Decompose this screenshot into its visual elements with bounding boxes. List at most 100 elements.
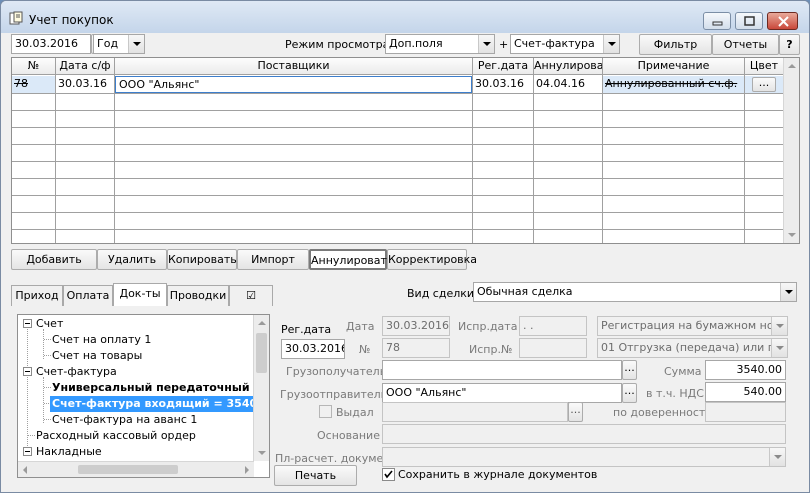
grid-divider xyxy=(12,195,784,196)
grid-divider xyxy=(55,75,56,243)
scroll-right-icon[interactable] xyxy=(245,466,249,474)
scroll-down-icon[interactable] xyxy=(788,233,796,237)
delete-button[interactable]: Удалить xyxy=(97,249,167,270)
main-window: Учет покупок 30.03.2016 ... Год Режим пр… xyxy=(0,0,810,493)
collapse-icon[interactable] xyxy=(23,367,32,376)
print-button[interactable]: Печать xyxy=(274,465,357,486)
reg-date-input[interactable]: 30.03.2016 xyxy=(281,339,345,359)
scroll-down-icon[interactable] xyxy=(258,451,266,455)
deal-type-select[interactable]: Обычная сделка xyxy=(473,282,797,302)
help-button[interactable]: ? xyxy=(779,34,800,55)
collapse-icon[interactable] xyxy=(23,447,32,456)
tab-income[interactable]: Приход xyxy=(11,285,63,306)
grid-divider xyxy=(114,75,115,243)
col-header-reg-date[interactable]: Рег.дата xyxy=(473,58,534,75)
chevron-down-icon[interactable] xyxy=(780,283,796,301)
cell-reg-date[interactable]: 30.03.16 xyxy=(473,76,533,93)
tree-node[interactable]: Счет xyxy=(36,316,63,332)
reports-button[interactable]: Отчеты xyxy=(712,34,779,55)
import-button[interactable]: Импорт xyxy=(237,249,309,270)
scroll-left-icon[interactable] xyxy=(23,466,27,474)
sum-field[interactable]: 3540.00 xyxy=(705,360,786,380)
shipper-input[interactable]: ООО "Альянс" xyxy=(382,383,622,403)
cell-date[interactable]: 30.03.16 xyxy=(56,76,114,93)
maximize-icon xyxy=(744,16,755,26)
cell-note[interactable]: Аннулированный сч.ф. xyxy=(603,76,744,93)
proxy-field xyxy=(705,402,786,422)
basis-label: Основание xyxy=(317,429,380,442)
tab-checkbox[interactable]: ☑ xyxy=(229,285,273,306)
maximize-button[interactable] xyxy=(735,12,763,30)
grid-divider xyxy=(12,93,784,94)
tree-node[interactable]: Счет-фактура xyxy=(36,364,117,380)
cell-color[interactable]: ... xyxy=(745,76,783,93)
cell-number[interactable]: 78 xyxy=(12,76,55,93)
scroll-thumb[interactable] xyxy=(78,465,178,474)
doc-type-select[interactable]: Счет-фактура xyxy=(510,34,620,54)
documents-tree[interactable]: Счет Счет на оплату 1 Счет на товары Сче… xyxy=(17,314,270,478)
chevron-down-icon[interactable] xyxy=(603,35,619,53)
save-journal-checkbox[interactable] xyxy=(382,468,395,481)
collapse-icon[interactable] xyxy=(23,319,32,328)
copy-button[interactable]: Копировать xyxy=(167,249,237,270)
tree-line xyxy=(44,355,51,356)
tree-node[interactable]: Счет на оплату 1 xyxy=(52,332,151,348)
purchases-table[interactable]: № Дата с/ф Поставщики Рег.дата Аннулиров… xyxy=(11,57,800,244)
period-value: Год xyxy=(97,37,119,50)
vat-label: в т.ч. НДС xyxy=(646,387,704,400)
col-header-date[interactable]: Дата с/ф xyxy=(56,58,115,75)
correction-button[interactable]: Корректировка xyxy=(387,249,477,270)
close-button[interactable] xyxy=(767,12,798,30)
tree-line xyxy=(28,435,35,436)
scroll-up-icon[interactable] xyxy=(788,64,796,68)
tab-payment[interactable]: Оплата xyxy=(63,285,113,306)
tab-postings[interactable]: Проводки xyxy=(167,285,229,306)
tree-node-selected[interactable]: Счет-фактура входящий = 3540.00 xyxy=(50,396,269,412)
consignee-input[interactable] xyxy=(382,360,622,380)
tree-node[interactable]: Универсальный передаточный до xyxy=(52,380,269,396)
date-input[interactable]: 30.03.2016 xyxy=(11,34,91,54)
corr-number-label: Испр.№ xyxy=(469,343,513,356)
col-header-number[interactable]: № xyxy=(12,58,56,75)
filter-button[interactable]: Фильтр xyxy=(639,34,712,55)
table-scrollbar[interactable] xyxy=(783,58,799,243)
tree-line xyxy=(27,327,28,452)
tree-node[interactable]: Счет-фактура на аванс 1 xyxy=(52,412,197,428)
tree-hscrollbar[interactable] xyxy=(18,461,254,477)
shipper-picker-button[interactable]: ... xyxy=(622,383,637,403)
scroll-thumb[interactable] xyxy=(256,333,267,373)
vat-field[interactable]: 540.00 xyxy=(705,382,786,402)
tree-vscrollbar[interactable] xyxy=(253,315,269,461)
annul-button[interactable]: Аннулировать xyxy=(309,249,393,270)
tree-node[interactable]: Накладные xyxy=(36,444,102,460)
grid-divider xyxy=(12,178,784,179)
issued-picker-button[interactable]: ... xyxy=(568,402,583,422)
tree-node[interactable]: Расходный кассовый ордер xyxy=(36,428,196,444)
plus-label: + xyxy=(499,38,509,51)
grid-divider xyxy=(12,127,784,128)
chevron-down-icon xyxy=(771,317,787,335)
col-header-annulled[interactable]: Аннулирован xyxy=(534,58,603,75)
minimize-button[interactable] xyxy=(703,12,731,30)
scroll-up-icon[interactable] xyxy=(258,321,266,325)
chevron-down-icon[interactable] xyxy=(128,35,144,53)
col-header-suppliers[interactable]: Поставщики xyxy=(115,58,473,75)
color-picker-button[interactable]: ... xyxy=(752,77,776,92)
tab-documents[interactable]: Док-ты xyxy=(113,283,167,306)
proxy-label: по доверенности xyxy=(613,406,713,419)
title-bar[interactable]: Учет покупок xyxy=(1,1,809,33)
chevron-down-icon[interactable] xyxy=(478,35,494,53)
cell-supplier[interactable]: ООО "Альянс" xyxy=(115,76,472,93)
grid-divider xyxy=(12,212,784,213)
period-select[interactable]: Год xyxy=(93,34,145,54)
tree-node[interactable]: Счет на товары xyxy=(52,348,142,364)
issued-checkbox[interactable] xyxy=(319,405,332,418)
col-header-color[interactable]: Цвет xyxy=(745,58,784,75)
corr-date-label: Испр.дата xyxy=(458,320,518,333)
col-header-note[interactable]: Примечание xyxy=(603,58,745,75)
add-button[interactable]: Добавить xyxy=(11,249,97,270)
consignee-picker-button[interactable]: ... xyxy=(622,360,637,380)
operation-value: 01 Отгрузка (передача) или прио xyxy=(601,341,788,354)
view-mode-select[interactable]: Доп.поля xyxy=(385,34,495,54)
cell-annulled[interactable]: 04.04.16 xyxy=(534,76,602,93)
